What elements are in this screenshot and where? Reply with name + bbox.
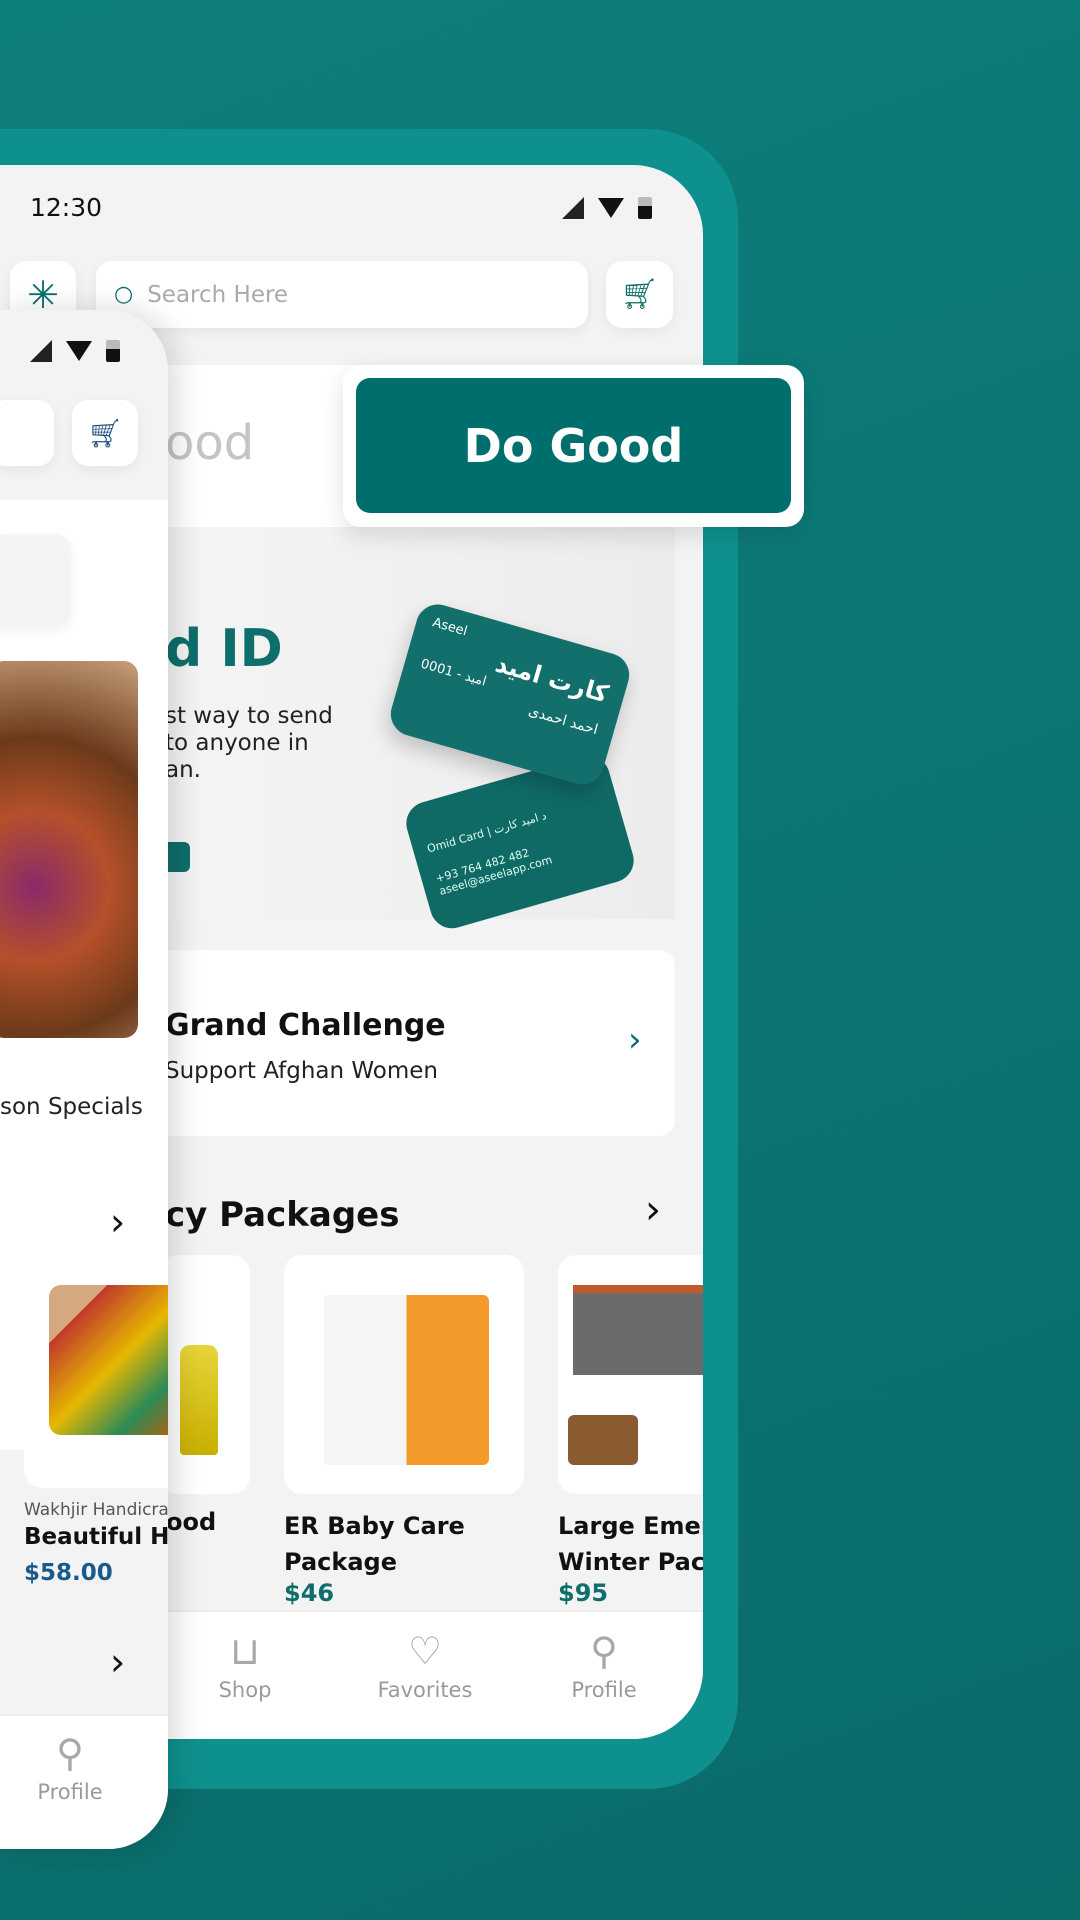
product-card-winter[interactable] (558, 1255, 703, 1494)
category-chip[interactable] (0, 534, 71, 627)
nav-profile[interactable]: ⚲ Profile (0, 1734, 150, 1804)
id-card-front: Aseel کارت امید 0001 - امید احمد احمدی (385, 599, 635, 790)
specials-photo[interactable] (0, 661, 138, 1038)
search-input[interactable]: ○ Search Here (96, 261, 588, 328)
product-price: $46 (284, 1579, 335, 1607)
chevron-right-icon[interactable]: › (110, 1200, 125, 1244)
do-good-popup: Do Good (343, 365, 804, 527)
front-phone-screen: 🛒︎ son Specials › Wakhjir Handicra Beaut… (0, 310, 168, 1849)
section-title: cy Packages (165, 1195, 400, 1235)
heart-icon: ♡ (407, 1629, 443, 1673)
cart-button[interactable]: 🛒︎ (606, 261, 673, 328)
tab-faded[interactable]: ood (165, 415, 254, 471)
product-title: ood (166, 1508, 217, 1536)
search-input[interactable] (0, 400, 54, 466)
baby-care-image (324, 1295, 489, 1465)
tab-do-good[interactable]: Do Good (356, 378, 791, 513)
wifi-icon (66, 341, 92, 361)
wifi-icon (598, 198, 624, 218)
cart-icon: 🛒︎ (87, 416, 123, 450)
product-price: $58.00 (24, 1560, 113, 1586)
firewood-image (568, 1415, 638, 1465)
status-time: 12:30 (30, 193, 103, 222)
bottom-nav: ⚲ Profile (0, 1714, 168, 1849)
challenge-subtitle: Support Afghan Women (165, 1058, 439, 1084)
signal-icon (562, 197, 584, 219)
cart-icon: 🛒︎ (620, 277, 659, 312)
product-title: ER Baby Care Package (284, 1512, 465, 1576)
battery-icon (106, 340, 120, 362)
nav-profile[interactable]: ⚲ Profile (524, 1632, 684, 1702)
person-icon: ⚲ (590, 1629, 618, 1673)
search-placeholder: Search Here (147, 281, 289, 308)
section-chevron-icon[interactable]: › (645, 1187, 661, 1233)
stove-image (573, 1285, 703, 1375)
product-title: Beautiful Ha (24, 1524, 168, 1550)
bag-image (49, 1285, 168, 1435)
chevron-right-icon: › (628, 1020, 642, 1060)
status-icons (562, 197, 652, 219)
product-vendor: Wakhjir Handicra (24, 1500, 168, 1520)
banner-button[interactable] (165, 842, 190, 872)
id-card-back: Omid Card | د امید کارت +93 764 482 482 as… (401, 750, 639, 934)
search-icon: ○ (114, 282, 134, 307)
banner-text: st way to send to anyone in an. (165, 703, 333, 783)
product-card-bag[interactable] (24, 1255, 168, 1488)
product-title: Large EmergWinter Pack (558, 1512, 703, 1576)
product-price: $95 (558, 1579, 609, 1607)
battery-icon (638, 197, 652, 219)
banner-title: d ID (165, 619, 283, 679)
product-card-baby-care[interactable] (284, 1255, 524, 1494)
cart-button[interactable]: 🛒︎ (72, 400, 138, 466)
product-card-food[interactable] (160, 1255, 250, 1494)
person-icon: ⚲ (56, 1731, 84, 1775)
status-icons (30, 340, 120, 362)
challenge-title: Grand Challenge (165, 1008, 446, 1043)
nav-shop[interactable]: ⊔ Shop (165, 1632, 325, 1702)
oil-bottle-image (180, 1345, 218, 1455)
category-label: son Specials (0, 1094, 143, 1120)
chevron-right-icon[interactable]: › (110, 1640, 125, 1684)
signal-icon (30, 340, 52, 362)
nav-favorites[interactable]: ♡ Favorites (345, 1632, 505, 1702)
bag-icon: ⊔ (230, 1629, 260, 1673)
